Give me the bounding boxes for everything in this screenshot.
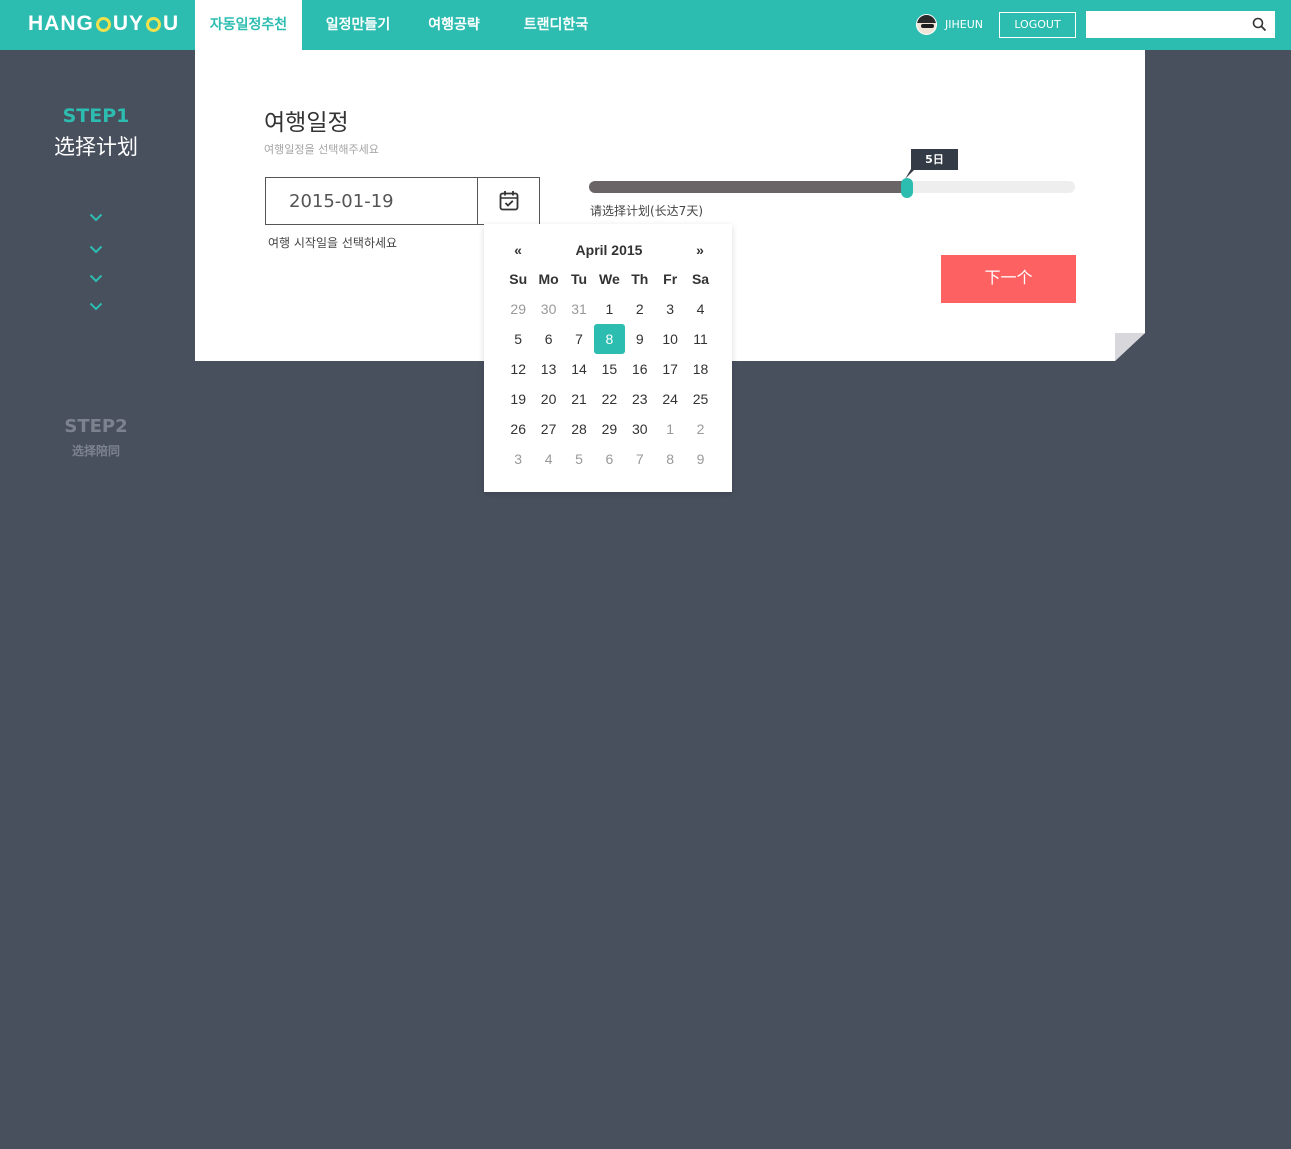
chevron-down-icon [89, 302, 103, 311]
calendar-day[interactable]: 29 [594, 414, 624, 444]
logo-text-part: UY [112, 12, 145, 35]
calendar-day[interactable]: 6 [533, 324, 563, 354]
step2-subtitle: 选择陪同 [71, 444, 120, 458]
chevron-down-icon [89, 245, 103, 254]
section-title: 여행일정 [264, 110, 349, 136]
avatar [916, 14, 937, 35]
calendar-day[interactable]: 2 [685, 414, 715, 444]
nav-item-auto-schedule[interactable]: 자동일정추천 [195, 0, 302, 50]
user-info[interactable]: JIHEUN [916, 14, 983, 35]
logo-text-part: U [163, 12, 180, 35]
slider-tooltip: 5日 [911, 149, 958, 170]
date-picker-field [265, 177, 540, 225]
step1-label: STEP1 [62, 105, 130, 127]
start-date-input[interactable] [266, 178, 477, 224]
calendar-day[interactable]: 21 [564, 384, 594, 414]
calendar-day[interactable]: 31 [564, 294, 594, 324]
calendar-day[interactable]: 24 [655, 384, 685, 414]
prev-month-button[interactable]: « [503, 238, 533, 262]
calendar-grid: Su Mo Tu We Th Fr Sa 29 30 31 1 2 3 4 5 6 7 8 9 10 11 12 13 14 1… [503, 264, 716, 474]
chevron-down-icon [89, 274, 103, 283]
calendar-day[interactable]: 9 [685, 444, 715, 474]
calendar-day[interactable]: 3 [655, 294, 685, 324]
logout-button[interactable]: LOGOUT [999, 12, 1076, 38]
calendar-day[interactable]: 10 [655, 324, 685, 354]
search-icon[interactable] [1252, 17, 1267, 32]
chevron-down-icon [89, 213, 103, 222]
weekday-header: Th [631, 271, 649, 287]
weekday-header: Sa [691, 271, 710, 287]
username: JIHEUN [945, 18, 983, 31]
calendar-day[interactable]: 20 [533, 384, 563, 414]
calendar-day[interactable]: 3 [503, 444, 533, 474]
weekday-header: We [598, 271, 620, 287]
calendar-day[interactable]: 23 [625, 384, 655, 414]
calendar-day[interactable]: 5 [503, 324, 533, 354]
calendar-day[interactable]: 7 [564, 324, 594, 354]
next-button[interactable]: 下一个 [941, 255, 1076, 303]
logo-ring [146, 16, 162, 32]
step2-label[interactable]: STEP2 [0, 416, 192, 437]
calendar-day[interactable]: 11 [685, 324, 715, 354]
top-navbar: HANG UY U 자동일정추천 일정만들기 여행공략 트랜디한국 JIHEUN L… [0, 0, 1291, 50]
calendar-day[interactable]: 8 [655, 444, 685, 474]
calendar-day[interactable]: 9 [625, 324, 655, 354]
calendar-button[interactable] [477, 178, 539, 224]
nav-item-trendy-korea[interactable]: 트랜디한국 [494, 0, 618, 50]
search-box [1086, 11, 1275, 38]
calendar-day[interactable]: 4 [685, 294, 715, 324]
calendar-day[interactable]: 22 [594, 384, 624, 414]
logo[interactable]: HANG UY U [28, 12, 179, 36]
calendar-day[interactable]: 25 [685, 384, 715, 414]
calendar-day-selected[interactable]: 8 [594, 324, 625, 354]
weekday-header: Fr [663, 271, 678, 287]
calendar-day[interactable]: 17 [655, 354, 685, 384]
calendar-day[interactable]: 19 [503, 384, 533, 414]
slider-handle[interactable] [901, 178, 914, 198]
calendar-header: « April 2015 » [484, 238, 732, 262]
duration-slider[interactable] [589, 178, 1075, 198]
slider-caption: 请选择计划(长达7天) [590, 204, 703, 218]
calendar-day[interactable]: 18 [685, 354, 715, 384]
calendar-day[interactable]: 2 [625, 294, 655, 324]
slider-fill [589, 181, 908, 193]
nav-item-make-schedule[interactable]: 일정만들기 [302, 0, 414, 50]
calendar-day[interactable]: 28 [564, 414, 594, 444]
calendar-day[interactable]: 16 [625, 354, 655, 384]
calendar-icon [499, 191, 519, 211]
calendar-day[interactable]: 15 [594, 354, 624, 384]
logo-text-part: HANG [28, 12, 94, 35]
next-month-button[interactable]: » [685, 238, 715, 262]
calendar-month-label[interactable]: April 2015 [548, 238, 670, 262]
calendar-day[interactable]: 12 [503, 354, 533, 384]
section-subtitle: 여행일정을 선택해주세요 [264, 143, 379, 156]
calendar-day[interactable]: 4 [533, 444, 563, 474]
main-nav: 자동일정추천 일정만들기 여행공략 트랜디한국 [195, 0, 618, 50]
calendar-day[interactable]: 30 [533, 294, 563, 324]
calendar-day[interactable]: 5 [564, 444, 594, 474]
calendar-day[interactable]: 1 [594, 294, 624, 324]
calendar-day[interactable]: 29 [503, 294, 533, 324]
weekday-header: Tu [570, 271, 588, 287]
step1-title: 选择计划 [54, 135, 138, 159]
nav-item-travel-guide[interactable]: 여행공략 [414, 0, 494, 50]
calendar-day[interactable]: 13 [533, 354, 563, 384]
calendar-day[interactable]: 27 [533, 414, 563, 444]
calendar-day[interactable]: 14 [564, 354, 594, 384]
weekday-header: Su [509, 271, 528, 287]
page-fold-corner [1115, 333, 1145, 361]
calendar-popup: « April 2015 » Su Mo Tu We Th Fr Sa 29 30 31 1 2 3 4 5… [484, 224, 732, 492]
calendar-day[interactable]: 30 [625, 414, 655, 444]
weekday-header: Mo [538, 271, 559, 287]
search-input[interactable] [1086, 11, 1246, 38]
calendar-day[interactable]: 26 [503, 414, 533, 444]
date-hint: 여행 시작일을 선택하세요 [268, 236, 398, 250]
logo-ring [95, 16, 111, 32]
calendar-day[interactable]: 6 [594, 444, 624, 474]
calendar-day[interactable]: 1 [655, 414, 685, 444]
calendar-day[interactable]: 7 [625, 444, 655, 474]
